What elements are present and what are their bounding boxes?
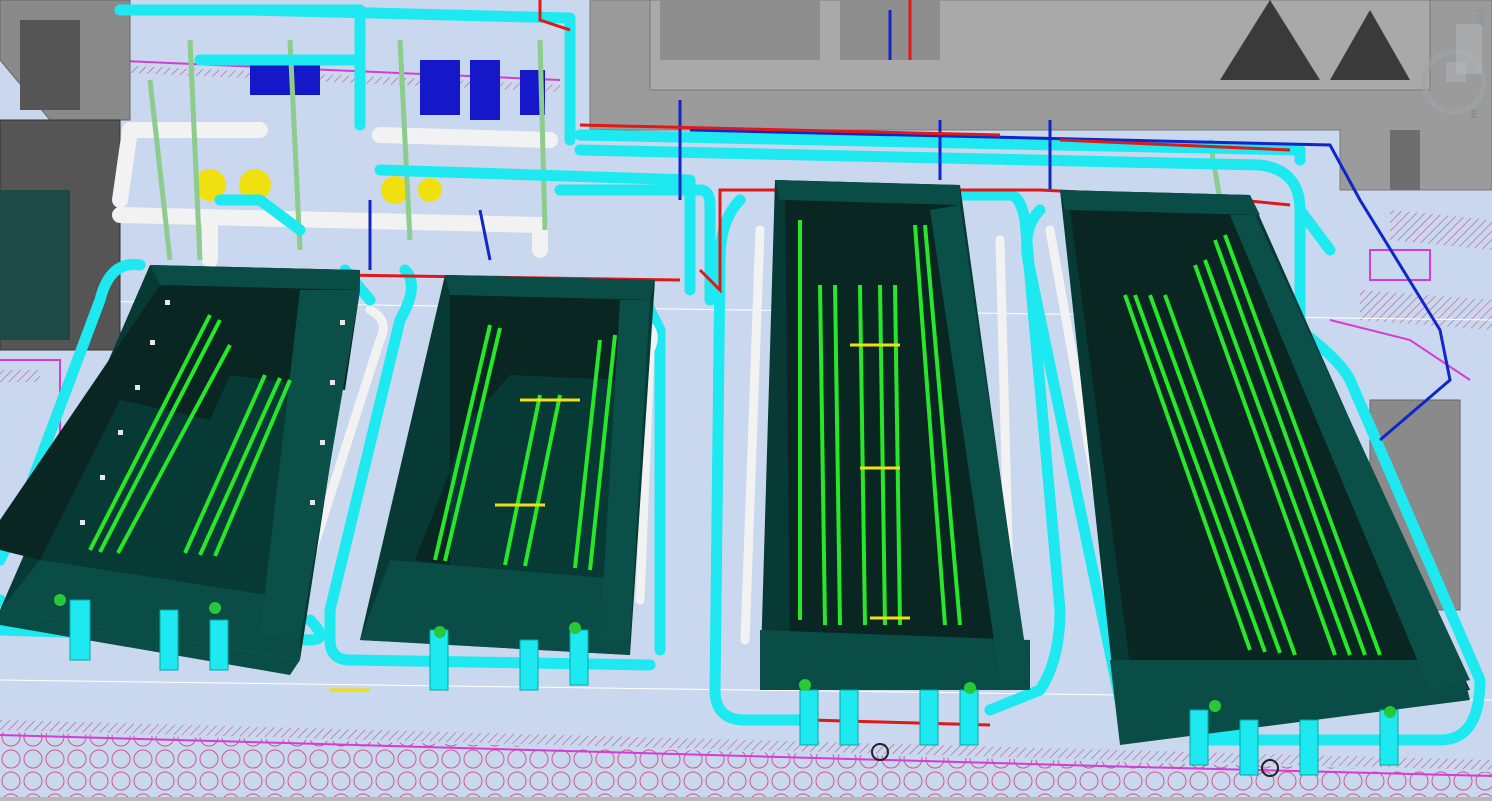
horizontal-scrollbar[interactable] (0, 797, 1492, 801)
view-cube-icon (1421, 24, 1486, 115)
plant-3d-scene[interactable] (0, 0, 1492, 801)
view-cube-axis-label[interactable]: E (1470, 108, 1478, 121)
scrollbar-thumb[interactable] (0, 797, 1492, 801)
view-cube-navigator[interactable]: TOP E (1406, 8, 1486, 121)
3d-model-viewport[interactable]: TOP E (0, 0, 1492, 801)
view-cube-top-label[interactable]: TOP (1474, 8, 1484, 26)
